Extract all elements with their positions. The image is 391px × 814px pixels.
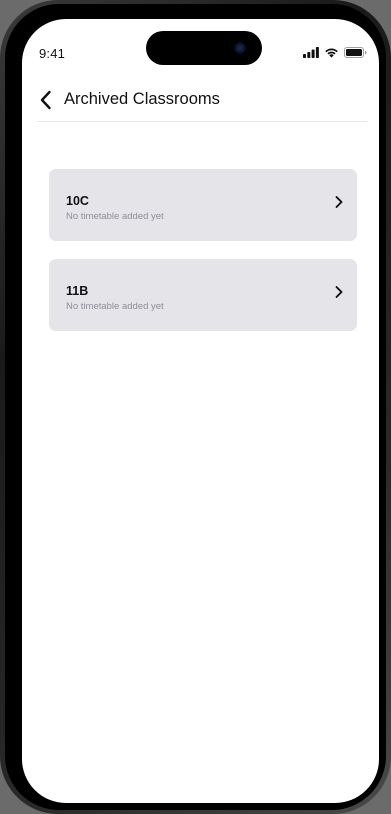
chevron-right-icon	[335, 196, 343, 208]
dynamic-island	[146, 31, 262, 65]
phone-bezel: 9:41 Archived Classrooms 10C No timetabl…	[5, 4, 386, 810]
classroom-name: 10C	[66, 194, 89, 208]
chevron-left-icon	[40, 90, 51, 110]
back-button[interactable]	[37, 88, 59, 112]
classroom-subtitle: No timetable added yet	[66, 301, 164, 312]
page-title: Archived Classrooms	[64, 90, 220, 108]
status-bar: 9:41	[22, 19, 379, 73]
phone-frame: 9:41 Archived Classrooms 10C No timetabl…	[0, 0, 391, 814]
phone-screen: 9:41 Archived Classrooms 10C No timetabl…	[22, 19, 379, 803]
status-time: 9:41	[39, 46, 66, 61]
status-icons	[303, 47, 367, 58]
classroom-subtitle: No timetable added yet	[66, 211, 164, 222]
classroom-name: 11B	[66, 284, 89, 298]
chevron-right-icon	[335, 286, 343, 298]
classroom-card-11b[interactable]: 11B No timetable added yet	[49, 259, 357, 331]
classroom-card-10c[interactable]: 10C No timetable added yet	[49, 169, 357, 241]
cellular-signal-icon	[303, 47, 319, 58]
battery-icon	[344, 47, 367, 58]
camera-icon	[234, 42, 246, 54]
classroom-list: 10C No timetable added yet 11B No timeta…	[49, 169, 357, 349]
wifi-icon	[325, 48, 338, 58]
navigation-bar: Archived Classrooms	[37, 85, 367, 122]
